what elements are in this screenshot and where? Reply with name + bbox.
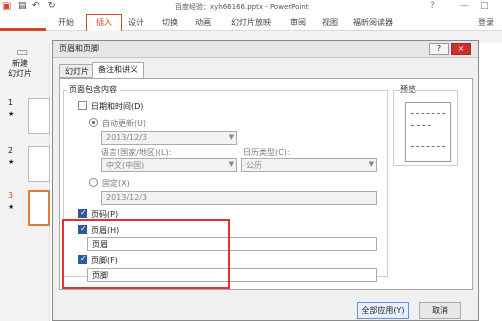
undo-icon[interactable]: ↶ xyxy=(32,1,40,11)
auto-update-label: 自动更新(U) xyxy=(102,119,147,128)
dialog-tabs: 幻灯片 备注和讲义 xyxy=(59,62,469,79)
slide-number: 1 xyxy=(8,98,14,107)
slide-label[interactable]: 幻灯片 xyxy=(8,68,32,79)
star-icon: ★ xyxy=(8,110,15,118)
tab-foxit[interactable]: 福昕阅读器 xyxy=(353,17,393,28)
help-button[interactable]: ? xyxy=(429,43,449,55)
datetime-label: 日期和时间(D) xyxy=(91,102,144,111)
chevron-down-icon: ▼ xyxy=(228,133,234,141)
tab-insert[interactable]: 插入 xyxy=(86,14,122,32)
tab-animations[interactable]: 动画 xyxy=(195,17,211,28)
slide-thumbnail[interactable] xyxy=(28,146,50,182)
slide-thumbnail-selected[interactable] xyxy=(28,190,50,226)
fixed-radio[interactable] xyxy=(89,178,98,187)
star-icon: ★ xyxy=(8,158,15,166)
slide-number: 2 xyxy=(8,146,14,155)
app-icon: ▣ xyxy=(2,1,12,12)
datetime-checkbox[interactable] xyxy=(78,101,87,110)
auto-update-radio[interactable] xyxy=(89,118,98,127)
tab-notes-handouts[interactable]: 备注和讲义 xyxy=(92,62,144,79)
slide-pane: ▭ 新建 幻灯片 1 ★ 2 ★ 3 ★ xyxy=(0,43,50,321)
highlight-annotation xyxy=(62,219,230,289)
tab-slide[interactable]: 幻灯片 xyxy=(59,64,95,78)
fixed-label: 固定(X) xyxy=(102,179,130,188)
calendar-dropdown[interactable]: 公历 ▼ xyxy=(241,158,377,172)
ribbon-tabs: 文件 开始 设计 切换 动画 幻灯片放映 审阅 视图 福昕阅读器 登录 xyxy=(0,14,502,45)
tab-review[interactable]: 审阅 xyxy=(290,17,306,28)
preview-page xyxy=(405,102,451,162)
close-button[interactable]: × xyxy=(451,43,471,55)
dialog-title: 页眉和页脚 xyxy=(53,41,478,58)
title-bar: ▣ ▤ ↶ ↻ 百度经验：xyh66166.pptx - PowerPoint … xyxy=(0,0,502,14)
window-title: 百度经验：xyh66166.pptx - PowerPoint xyxy=(175,3,309,11)
restore-icon[interactable]: □ xyxy=(480,1,489,11)
date-dropdown[interactable]: 2013/12/3 ▼ xyxy=(101,131,237,145)
save-icon[interactable]: ▤ xyxy=(18,1,27,11)
tab-home[interactable]: 开始 xyxy=(58,17,74,28)
redo-icon[interactable]: ↻ xyxy=(48,1,56,11)
cancel-button[interactable]: 取消 xyxy=(419,302,461,319)
tab-view[interactable]: 视图 xyxy=(322,17,338,28)
page-number-checkbox[interactable] xyxy=(78,208,87,218)
apply-all-button[interactable]: 全部应用(Y) xyxy=(357,302,409,319)
tab-design[interactable]: 设计 xyxy=(128,17,144,28)
minimize-icon[interactable]: — xyxy=(460,1,469,11)
user-login[interactable]: 登录 xyxy=(478,17,494,28)
slide-number: 3 xyxy=(8,191,14,200)
chevron-down-icon: ▼ xyxy=(368,160,374,168)
slide-thumbnail[interactable] xyxy=(28,98,50,134)
group-label: 页面包含内容 xyxy=(67,84,119,95)
calendar-label: 日历类型(C): xyxy=(243,148,290,157)
language-label: 语言(国家/地区)(L): xyxy=(101,148,172,157)
tab-slideshow[interactable]: 幻灯片放映 xyxy=(231,17,271,28)
help-icon[interactable]: ? xyxy=(430,1,435,11)
chevron-down-icon: ▼ xyxy=(228,160,234,168)
language-dropdown[interactable]: 中文(中国) ▼ xyxy=(101,158,237,172)
tab-transitions[interactable]: 切换 xyxy=(162,17,178,28)
star-icon: ★ xyxy=(8,203,15,211)
fixed-date-field[interactable]: 2013/12/3 xyxy=(101,191,377,205)
